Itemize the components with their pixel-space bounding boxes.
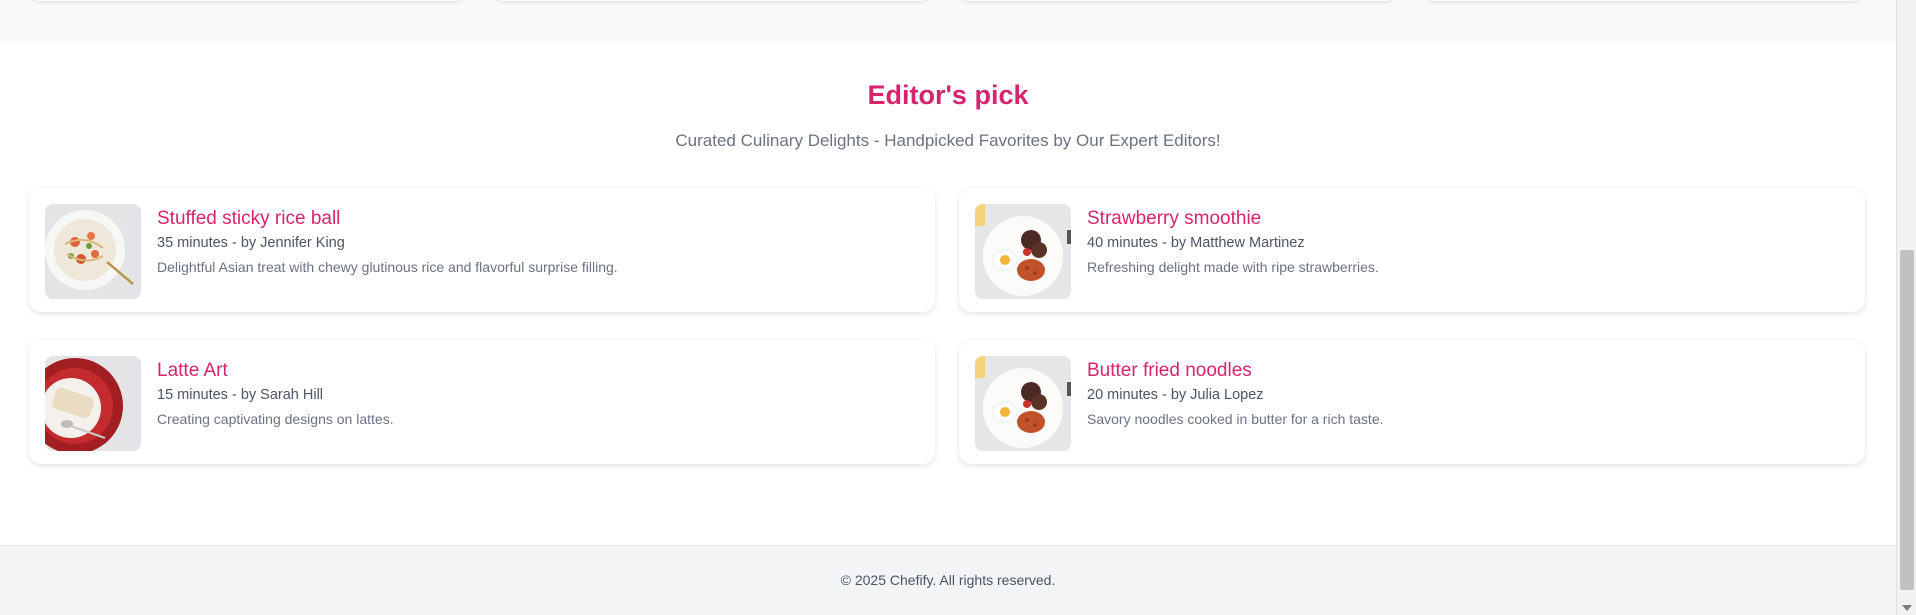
recipe-description: Delightful Asian treat with chewy glutin… xyxy=(157,259,618,275)
section-title: Editor's pick xyxy=(867,80,1029,110)
previous-card-bottom[interactable] xyxy=(959,0,1396,1)
recipe-thumbnail[interactable] xyxy=(45,356,141,451)
recipe-meta: 40 minutes - by Matthew Martinez xyxy=(1087,235,1305,251)
red-plate-wrap-image xyxy=(45,356,141,451)
recipe-title[interactable]: Latte Art xyxy=(157,360,228,382)
previous-card-bottom[interactable] xyxy=(29,0,465,1)
breakfast-plate-image xyxy=(975,356,1071,451)
site-footer: © 2025 Chefify. All rights reserved. xyxy=(0,545,1896,615)
recipe-description: Savory noodles cooked in butter for a ri… xyxy=(1087,411,1384,427)
vertical-scrollbar[interactable] xyxy=(1896,0,1916,615)
breakfast-plate-image xyxy=(975,204,1071,299)
recipe-meta: 35 minutes - by Jennifer King xyxy=(157,235,345,251)
previous-card-bottom[interactable] xyxy=(493,0,931,1)
recipe-description: Creating captivating designs on lattes. xyxy=(157,411,394,427)
recipe-title[interactable]: Stuffed sticky rice ball xyxy=(157,208,340,230)
page-viewport: Editor's pick Curated Culinary Delights … xyxy=(0,0,1896,615)
recipe-card[interactable]: Latte Art 15 minutes - by Sarah Hill Cre… xyxy=(29,340,935,464)
recipe-title[interactable]: Strawberry smoothie xyxy=(1087,208,1261,230)
recipe-card[interactable]: Butter fried noodles 20 minutes - by Jul… xyxy=(959,340,1865,464)
recipe-card[interactable]: Stuffed sticky rice ball 35 minutes - by… xyxy=(29,188,935,312)
scroll-down-arrow-icon[interactable] xyxy=(1902,605,1912,611)
pasta-plate-image xyxy=(45,204,141,299)
footer-copyright: © 2025 Chefify. All rights reserved. xyxy=(840,572,1056,588)
previous-section-strip xyxy=(0,0,1896,41)
recipe-meta: 20 minutes - by Julia Lopez xyxy=(1087,387,1264,403)
recipe-title[interactable]: Butter fried noodles xyxy=(1087,360,1252,382)
recipe-card[interactable]: Strawberry smoothie 40 minutes - by Matt… xyxy=(959,188,1865,312)
scrollbar-thumb[interactable] xyxy=(1900,250,1914,590)
section-subtitle: Curated Culinary Delights - Handpicked F… xyxy=(675,131,1221,150)
recipe-meta: 15 minutes - by Sarah Hill xyxy=(157,387,324,403)
recipe-description: Refreshing delight made with ripe strawb… xyxy=(1087,259,1379,275)
recipe-thumbnail[interactable] xyxy=(975,356,1071,451)
recipe-thumbnail[interactable] xyxy=(45,204,141,299)
recipe-thumbnail[interactable] xyxy=(975,204,1071,299)
previous-card-bottom[interactable] xyxy=(1424,0,1863,1)
